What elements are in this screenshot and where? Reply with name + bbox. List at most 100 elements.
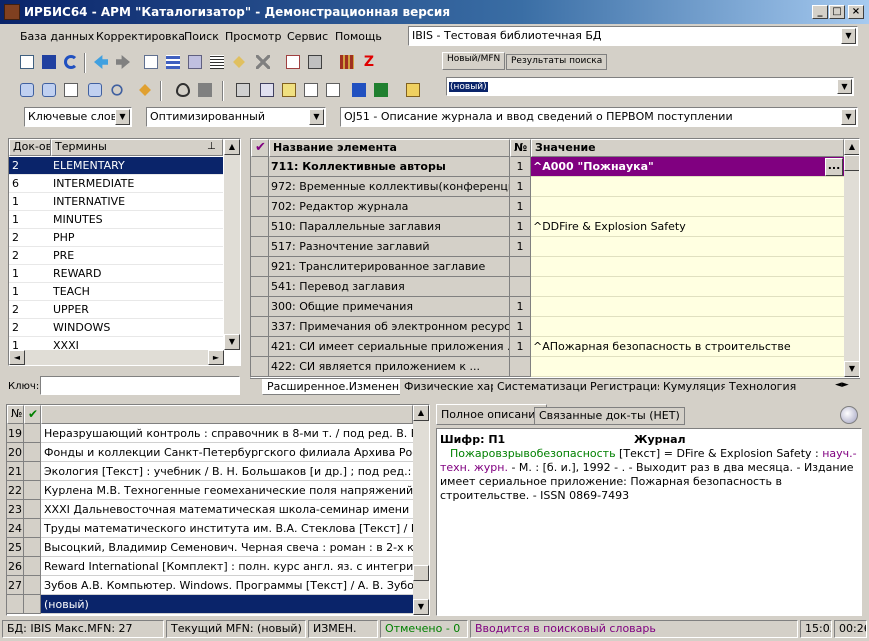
export-doc-icon[interactable] (280, 81, 298, 99)
scroll-down-icon[interactable]: ▼ (224, 334, 240, 350)
term-row[interactable]: 1 MINUTES (9, 211, 223, 229)
tab-search-results[interactable]: Результаты поиска (506, 54, 608, 70)
record-check[interactable] (24, 538, 41, 557)
menu-edit[interactable]: Корректировка (96, 30, 185, 43)
term-row[interactable]: 2 PRE (9, 247, 223, 265)
optimization-select[interactable]: Оптимизированный ▼ (146, 107, 326, 127)
copy-record-icon[interactable] (142, 53, 160, 71)
menu-help[interactable]: Помощь (335, 30, 382, 43)
term-row[interactable]: 1 INTERNATIVE (9, 193, 223, 211)
new-doc-icon[interactable] (18, 53, 36, 71)
field-value[interactable]: ^A000 "Пожнаука" (531, 157, 844, 177)
scroll-left-icon[interactable]: ◄ (9, 350, 25, 365)
record-row[interactable]: (новый) (7, 595, 413, 614)
save-icon[interactable] (40, 53, 58, 71)
records-icon[interactable] (186, 53, 204, 71)
chat-icon[interactable] (18, 81, 36, 99)
term-row[interactable]: 1 REWARD (9, 265, 223, 283)
arrow-left-icon[interactable] (92, 53, 110, 71)
scroll-down-icon[interactable]: ▼ (413, 599, 429, 615)
maximize-button[interactable]: □ (829, 5, 845, 19)
books-icon[interactable] (338, 53, 356, 71)
record-row[interactable]: 26 Reward International [Комплект] : полн… (7, 557, 413, 576)
pin-icon[interactable]: ⊥ (207, 141, 216, 152)
checkmark-icon[interactable]: ✔ (24, 405, 41, 424)
scroll-thumb[interactable] (413, 565, 429, 581)
record-row[interactable]: 21 Экология [Текст] : учебник / В. Н. Бол… (7, 462, 413, 481)
scroll-down-icon[interactable]: ▼ (844, 361, 859, 377)
field-row[interactable]: 337: Примечания об электронном ресурсе 1 (251, 317, 844, 337)
chevron-down-icon[interactable]: ▼ (115, 109, 130, 125)
term-row[interactable]: 2 UPPER (9, 301, 223, 319)
term-row[interactable]: 2 PHP (9, 229, 223, 247)
edit-icon[interactable] (230, 53, 248, 71)
fields-header-name[interactable]: Название элемента (269, 139, 510, 157)
record-check[interactable] (24, 576, 41, 595)
tab-technology[interactable]: Технология (725, 379, 801, 395)
field-row[interactable]: 510: Параллельные заглавия 1 ^DDFire & Exp… (251, 217, 844, 237)
terms-scrollbar[interactable]: ▲ ▼ (224, 139, 240, 350)
arrow-right-icon[interactable] (114, 53, 132, 71)
record-row[interactable]: 20 Фонды и коллекции Санкт-Петербургского… (7, 443, 413, 462)
menu-view[interactable]: Просмотр (225, 30, 281, 43)
record-check[interactable] (24, 557, 41, 576)
term-row[interactable]: 6 INTERMEDIATE (9, 175, 223, 193)
undo-icon[interactable] (62, 53, 80, 71)
menu-service[interactable]: Сервис (287, 30, 328, 43)
chevron-down-icon[interactable]: ▼ (309, 109, 324, 125)
export-icon[interactable] (284, 53, 302, 71)
mfn-select[interactable]: (новый) ▼ (446, 77, 854, 96)
menu-search[interactable]: Поиск (184, 30, 219, 43)
scroll-thumb[interactable] (844, 155, 859, 171)
records-scrollbar[interactable]: ▲ ▼ (413, 405, 429, 615)
help-icon[interactable] (404, 81, 422, 99)
field-value[interactable]: ^DDFire & Explosion Safety (531, 217, 844, 237)
term-row[interactable]: 1 TEACH (9, 283, 223, 301)
view-icon[interactable] (174, 81, 192, 99)
field-value[interactable] (531, 257, 844, 277)
record-check[interactable] (24, 500, 41, 519)
record-row[interactable]: 19 Неразрушающий контроль : справочник в … (7, 424, 413, 443)
scroll-right-icon[interactable]: ► (208, 350, 224, 365)
field-value[interactable]: ^AПожарная безопасность в строительстве (531, 337, 844, 357)
record-check[interactable] (24, 519, 41, 538)
terms-header-docs[interactable]: Док-ов (9, 139, 51, 156)
field-row[interactable]: 421: СИ имеет сериальные приложения ... 1… (251, 337, 844, 357)
print-icon[interactable] (234, 81, 252, 99)
ellipsis-button[interactable]: ... (825, 158, 843, 176)
word-icon[interactable] (350, 81, 368, 99)
worksheet-select[interactable]: OJ51 - Описание журнала и ввод сведений … (340, 107, 858, 127)
database-select[interactable]: IBIS - Тестовая библиотечная БД ▼ (408, 26, 858, 46)
tools-icon[interactable] (136, 81, 154, 99)
fields-header-value[interactable]: Значение (531, 139, 844, 157)
record-check[interactable] (24, 424, 41, 443)
scroll-up-icon[interactable]: ▲ (224, 139, 240, 155)
terms-hscrollbar[interactable]: ◄ ► (9, 350, 224, 365)
documents-icon[interactable] (324, 81, 342, 99)
field-row[interactable]: 517: Разночтение заглавий 1 (251, 237, 844, 257)
records-header-title[interactable] (41, 405, 413, 424)
tab-systematization[interactable]: Систематизация (493, 379, 598, 395)
key-input[interactable] (40, 376, 240, 395)
chevron-down-icon[interactable]: ▼ (837, 79, 852, 94)
tab-registration[interactable]: Регистрация (586, 379, 668, 395)
field-row[interactable]: 921: Транслитерированное заглавие (251, 257, 844, 277)
delete-icon[interactable] (254, 53, 272, 71)
search-mode-select[interactable]: Ключевые слова ▼ (24, 107, 132, 127)
field-value[interactable] (531, 317, 844, 337)
chevron-down-icon[interactable]: ▼ (841, 28, 856, 44)
record-row[interactable]: 27 Зубов А.В. Компьютер. Windows. Програм… (7, 576, 413, 595)
fields-header-no[interactable]: № (510, 139, 531, 157)
chevron-down-icon[interactable]: ▼ (841, 109, 856, 125)
tab-cumulation[interactable]: Кумуляция (659, 379, 732, 395)
record-check[interactable] (24, 481, 41, 500)
close-button[interactable]: × (848, 5, 864, 19)
find-icon[interactable] (108, 81, 126, 99)
record-check[interactable] (24, 595, 41, 614)
checkmark-icon[interactable]: ✔ (251, 139, 269, 157)
tab-scroll-icon[interactable]: ◄► (835, 380, 849, 390)
tab-full-description[interactable]: Полное описание (436, 404, 548, 425)
mail-icon[interactable] (62, 81, 80, 99)
list-icon[interactable] (208, 53, 226, 71)
menu-database[interactable]: База данных (20, 30, 94, 43)
